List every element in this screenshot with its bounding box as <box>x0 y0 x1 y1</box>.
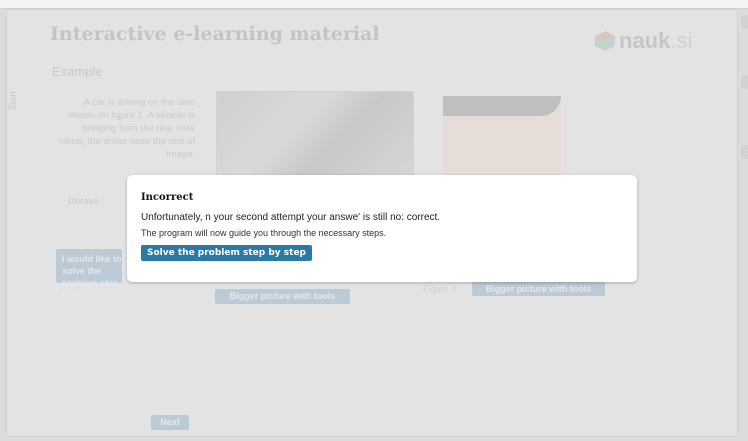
page-title: Interactive e-learning material <box>50 23 380 45</box>
top-bar <box>0 0 748 9</box>
side-tab[interactable]: Štart <box>8 50 22 110</box>
dialog-title: Incorrect <box>141 192 194 203</box>
next-button[interactable]: Next <box>151 415 189 430</box>
bigger-picture-button-2[interactable]: Bigger picture with tools <box>472 282 605 296</box>
question-prefix: Dbrave.. <box>68 196 104 207</box>
toolbar-tab-3[interactable] <box>740 145 748 159</box>
toolbar-tab-2[interactable] <box>740 75 748 89</box>
dialog-guidance: The program will now guide you through t… <box>141 228 387 238</box>
feedback-dialog: Incorrect Unfortunately, n your second a… <box>127 175 637 282</box>
page-subtitle: Example <box>52 64 103 79</box>
dialog-message: Unfortunately, n your second attempt you… <box>141 212 441 223</box>
solve-step-by-step-dialog-button[interactable]: Solve the problem step by step <box>141 245 312 261</box>
figure-label: Figure 2 <box>423 284 457 294</box>
road-photo <box>216 91 414 179</box>
solve-step-by-step-button[interactable]: I would like to solve the problem step b… <box>56 249 122 300</box>
logo: nauk.si <box>594 26 692 56</box>
bigger-picture-button-1[interactable]: Bigger picture with tools <box>215 289 350 304</box>
problem-text: A car is driving on the lane shown on fi… <box>58 97 195 160</box>
logo-cube-icon <box>595 31 615 51</box>
logo-text: nauk.si <box>619 28 693 53</box>
toolbar-tab-1[interactable] <box>740 15 748 29</box>
mirror-photo-shade <box>443 96 561 116</box>
right-toolbar <box>740 15 748 175</box>
